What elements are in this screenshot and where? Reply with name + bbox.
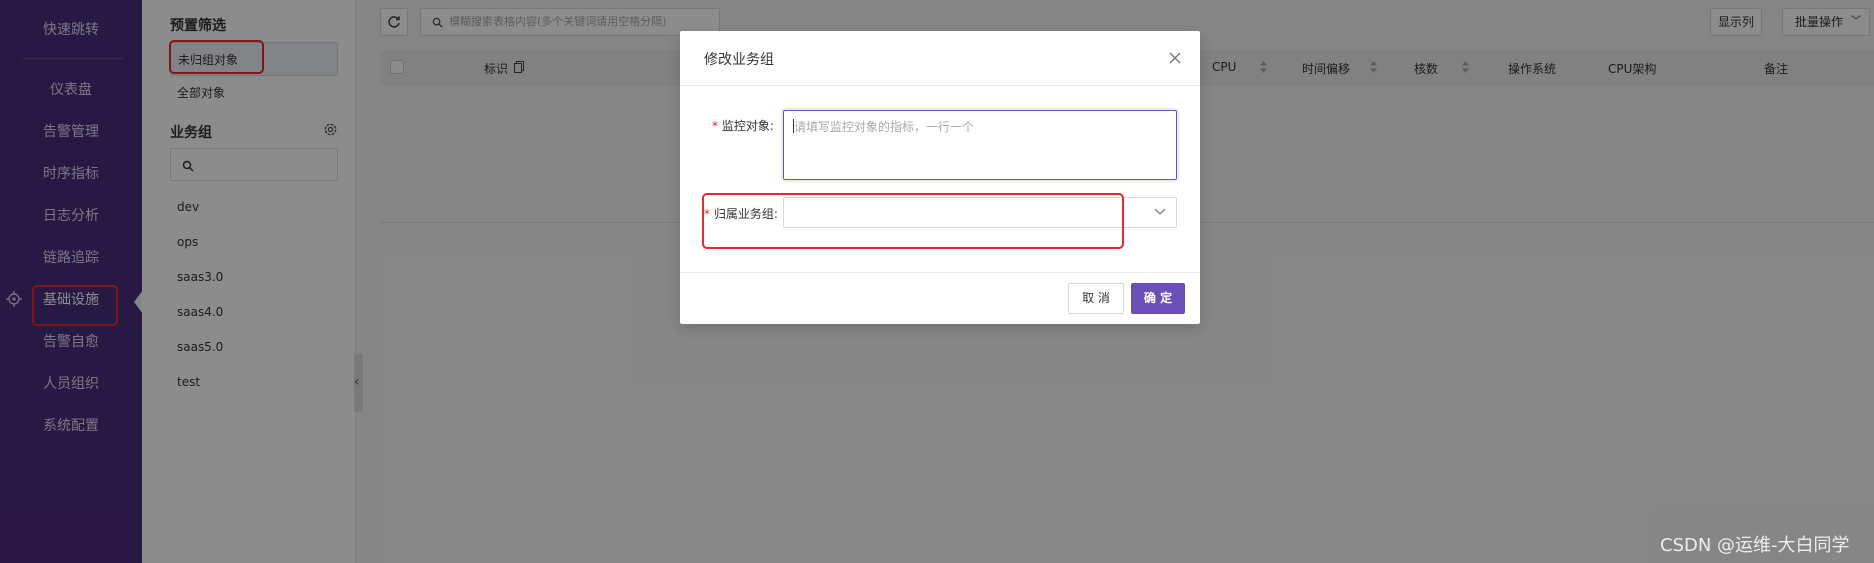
monitor-object-placeholder: 请填写监控对象的指标，一行一个 — [794, 120, 975, 134]
monitor-object-label-text: 监控对象: — [721, 119, 774, 133]
edit-business-group-modal: 修改业务组 * 监控对象: 请填写监控对象的指标，一行一个 * 归属业务组: 取… — [680, 31, 1200, 324]
close-icon[interactable] — [1168, 51, 1182, 65]
text-caret — [793, 119, 794, 133]
select-highlight-box — [702, 193, 1124, 249]
watermark: CSDN @运维-大白同学 — [1660, 535, 1850, 556]
modal-title: 修改业务组 — [704, 52, 774, 68]
chevron-down-icon — [1154, 208, 1166, 215]
cancel-button[interactable]: 取 消 — [1068, 283, 1124, 314]
required-mark: * — [712, 119, 718, 133]
modal-footer-divider — [680, 272, 1200, 273]
monitor-object-label: * 监控对象: — [712, 117, 774, 134]
monitor-object-textarea[interactable]: 请填写监控对象的指标，一行一个 — [783, 110, 1177, 180]
modal-header-divider — [680, 85, 1200, 86]
confirm-button[interactable]: 确 定 — [1131, 283, 1185, 314]
